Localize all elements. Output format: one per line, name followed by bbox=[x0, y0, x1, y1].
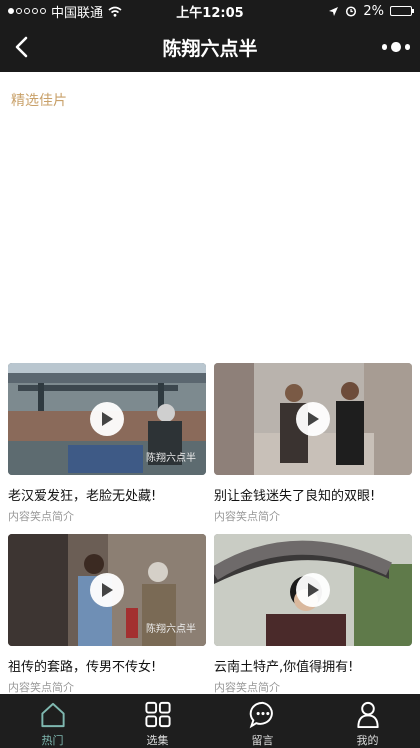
more-options-icon[interactable] bbox=[382, 40, 410, 54]
battery-percent: 2% bbox=[363, 3, 384, 19]
grid-icon bbox=[144, 701, 171, 728]
tab-label: 留言 bbox=[251, 734, 274, 747]
video-subtitle: 内容笑点简介 bbox=[214, 510, 280, 523]
home-icon bbox=[40, 702, 65, 728]
video-watermark: 陈翔六点半 bbox=[146, 453, 196, 464]
play-button[interactable] bbox=[90, 573, 124, 607]
play-icon bbox=[308, 583, 319, 597]
play-button[interactable] bbox=[296, 402, 330, 436]
section-title: 精选佳片 bbox=[11, 93, 67, 109]
back-arrow-icon[interactable] bbox=[10, 34, 36, 60]
tab-label: 选集 bbox=[146, 734, 169, 747]
tab-hot[interactable]: 热门 bbox=[0, 694, 105, 748]
play-icon bbox=[102, 583, 113, 597]
location-arrow-icon bbox=[329, 6, 339, 16]
video-title[interactable]: 别让金钱迷失了良知的双眼! bbox=[214, 485, 412, 504]
tab-profile[interactable]: 我的 bbox=[315, 694, 420, 748]
video-thumbnail[interactable] bbox=[214, 363, 412, 475]
tab-messages[interactable]: 留言 bbox=[210, 694, 315, 748]
video-title[interactable]: 老汉爱发狂，老脸无处藏! bbox=[8, 485, 206, 504]
bottom-tab-bar: 热门 选集 留言 我的 bbox=[0, 694, 420, 748]
video-thumbnail[interactable]: 陈翔六点半 bbox=[8, 534, 206, 646]
tab-label: 我的 bbox=[356, 734, 379, 747]
play-icon bbox=[102, 412, 113, 426]
status-bar: 中国联通 上午12:05 2% bbox=[0, 0, 420, 22]
navigation-bar: 陈翔六点半 bbox=[0, 22, 420, 72]
carrier-label: 中国联通 bbox=[51, 5, 104, 21]
page-title: 陈翔六点半 bbox=[162, 37, 258, 60]
person-icon bbox=[356, 701, 379, 729]
signal-strength-icon bbox=[8, 8, 46, 14]
play-button[interactable] bbox=[296, 573, 330, 607]
video-subtitle: 内容笑点简介 bbox=[8, 681, 74, 694]
wifi-icon bbox=[108, 6, 122, 17]
battery-icon bbox=[390, 6, 414, 16]
video-title[interactable]: 云南土特产,你值得拥有! bbox=[214, 656, 412, 675]
play-button[interactable] bbox=[90, 402, 124, 436]
tab-label: 热门 bbox=[41, 734, 64, 747]
play-icon bbox=[308, 412, 319, 426]
chat-icon bbox=[249, 701, 273, 729]
video-subtitle: 内容笑点简介 bbox=[8, 510, 74, 523]
video-title[interactable]: 祖传的套路，传男不传女! bbox=[8, 656, 206, 675]
video-card[interactable]: 陈翔六点半 老汉爱发狂，老脸无处藏! 内容笑点简介 bbox=[8, 363, 206, 524]
video-card[interactable]: 陈翔六点半 祖传的套路，传男不传女! 内容笑点简介 bbox=[8, 534, 206, 695]
video-watermark: 陈翔六点半 bbox=[146, 624, 196, 635]
tab-episodes[interactable]: 选集 bbox=[105, 694, 210, 748]
video-thumbnail[interactable]: 陈翔六点半 bbox=[8, 363, 206, 475]
video-subtitle: 内容笑点简介 bbox=[214, 681, 280, 694]
alarm-icon bbox=[346, 6, 357, 17]
video-thumbnail[interactable] bbox=[214, 534, 412, 646]
video-card[interactable]: 云南土特产,你值得拥有! 内容笑点简介 bbox=[214, 534, 412, 695]
video-card[interactable]: 别让金钱迷失了良知的双眼! 内容笑点简介 bbox=[214, 363, 412, 524]
status-time: 上午12:05 bbox=[176, 5, 244, 21]
